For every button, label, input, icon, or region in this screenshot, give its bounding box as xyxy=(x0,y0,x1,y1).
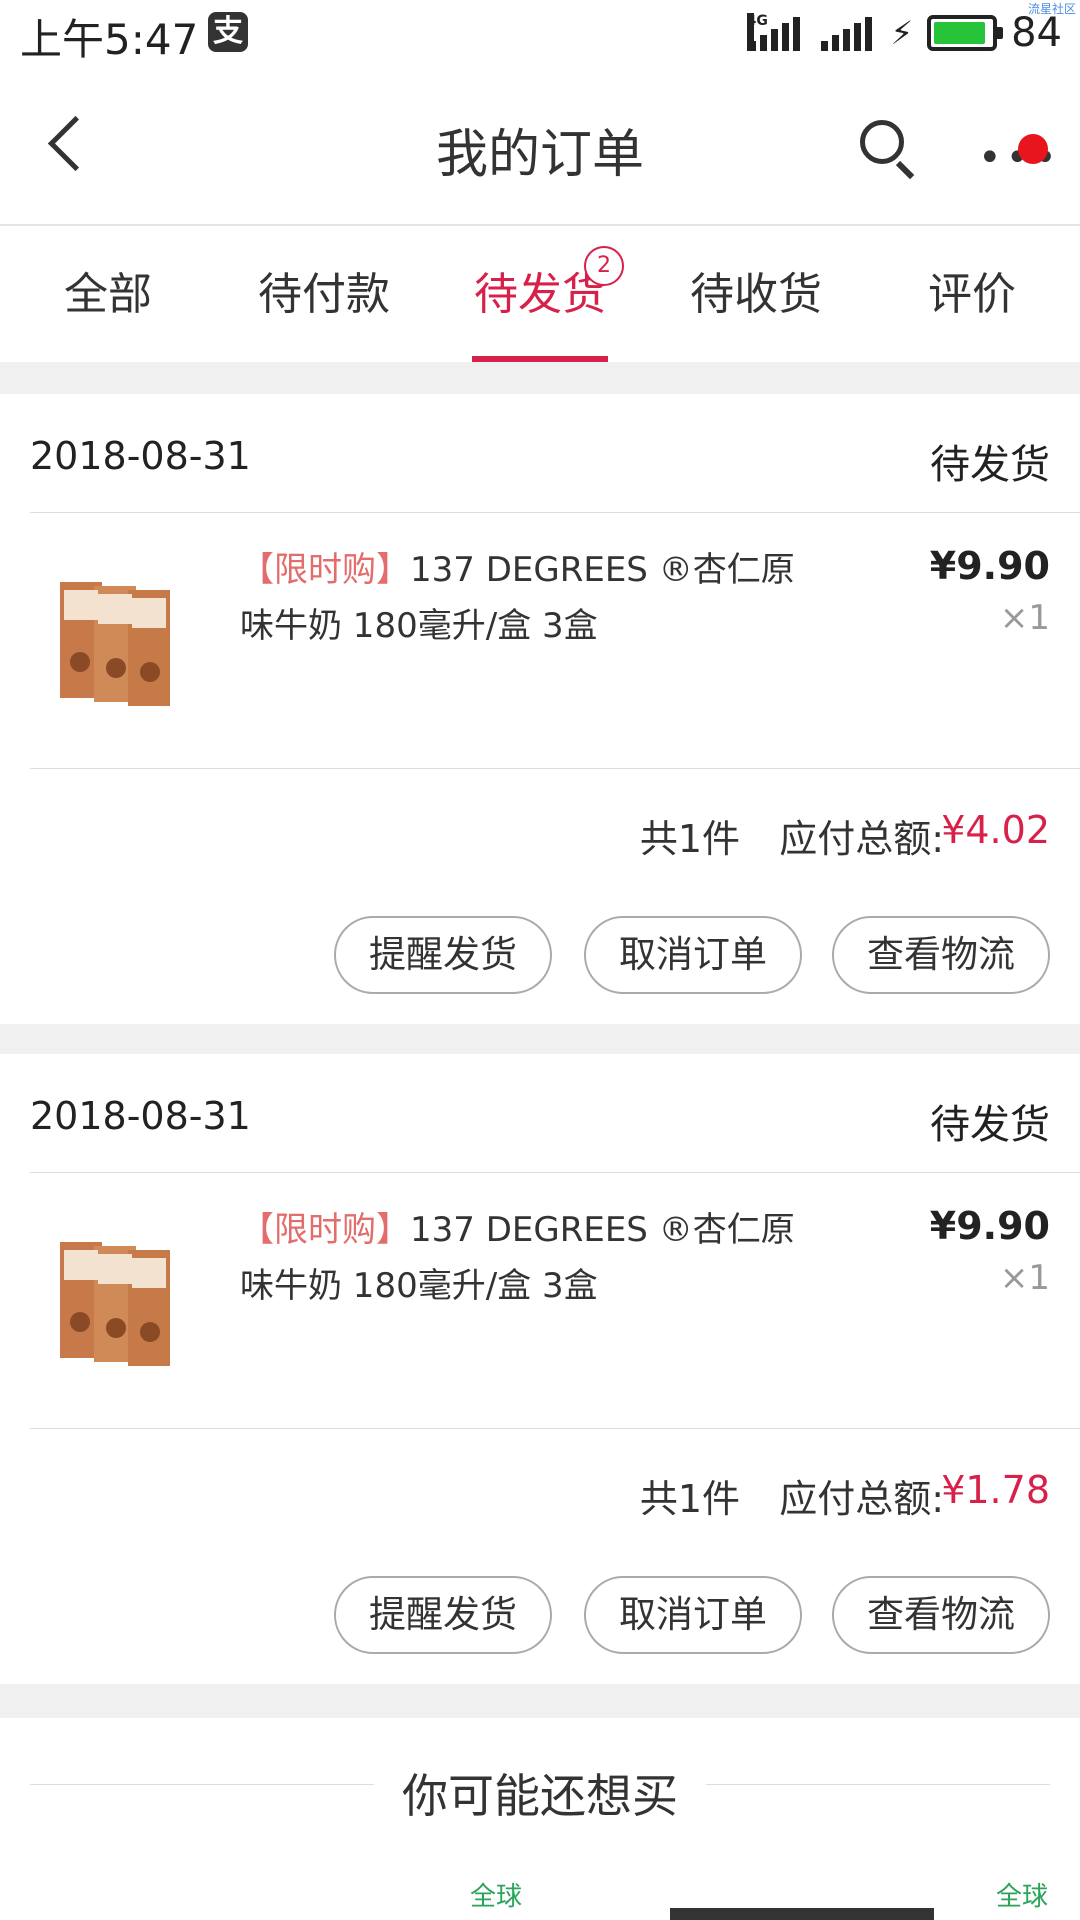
charging-icon: ⚡ xyxy=(890,14,914,52)
order-status: 待发货 xyxy=(930,442,1050,488)
order-card: 2018-08-31 待发货 【限时购】137 DEGREES ®杏仁原味牛奶 … xyxy=(0,394,1080,1024)
tab-all[interactable]: 全部 xyxy=(0,228,216,362)
header: 我的订单 ••• xyxy=(0,64,1080,226)
view-logistics-button[interactable]: 查看物流 xyxy=(832,1576,1050,1654)
product-price: ¥9.90 xyxy=(929,544,1050,588)
product-image-edge[interactable] xyxy=(670,1908,934,1920)
cancel-order-button[interactable]: 取消订单 xyxy=(584,916,802,994)
status-bar: 上午5:47 支 流星社区 4G ⚡ 84 xyxy=(0,0,1080,64)
item-count: 共1件 xyxy=(639,1477,740,1521)
product-quantity: ×1 xyxy=(999,1258,1050,1298)
tab-label: 评价 xyxy=(928,269,1016,320)
tab-pending-receipt[interactable]: 待收货 xyxy=(648,228,864,362)
total-amount: ¥1.78 xyxy=(941,1468,1050,1512)
divider xyxy=(30,1172,1080,1173)
search-icon[interactable] xyxy=(856,116,920,180)
order-date: 2018-08-31 xyxy=(30,1094,251,1138)
more-icon[interactable]: ••• xyxy=(976,126,1057,178)
order-status: 待发货 xyxy=(930,1102,1050,1148)
section-divider xyxy=(0,362,1080,394)
signal-icon xyxy=(819,13,877,53)
tab-review[interactable]: 评价 xyxy=(864,228,1080,362)
order-tabs: 全部 待付款 待发货 2 待收货 评价 xyxy=(0,228,1080,362)
status-time: 上午5:47 xyxy=(20,15,199,64)
section-divider xyxy=(0,1684,1080,1718)
notification-dot xyxy=(1018,134,1048,164)
battery-level: 84 xyxy=(1011,10,1062,56)
product-quantity: ×1 xyxy=(999,598,1050,638)
flash-sale-tag: 【限时购】 xyxy=(240,1210,410,1250)
recommendations: 你可能还想买 全球 全球 xyxy=(0,1718,1080,1920)
product-price: ¥9.90 xyxy=(929,1204,1050,1248)
divider xyxy=(30,768,1080,769)
recommend-title: 你可能还想买 xyxy=(402,1769,678,1823)
tab-label: 待付款 xyxy=(258,269,390,320)
tab-count-badge: 2 xyxy=(584,246,624,286)
screen: 上午5:47 支 流星社区 4G ⚡ 84 我的订单 ••• 全部 待付款 待发… xyxy=(0,0,1080,1920)
product-name[interactable]: 【限时购】137 DEGREES ®杏仁原味牛奶 180毫升/盒 3盒 xyxy=(240,542,800,654)
battery-icon xyxy=(927,15,1004,51)
order-card: 2018-08-31 待发货 【限时购】137 DEGREES ®杏仁原味牛奶 … xyxy=(0,1054,1080,1684)
remind-shipment-button[interactable]: 提醒发货 xyxy=(334,916,552,994)
total-label: 应付总额: xyxy=(779,817,944,861)
tab-pending-shipment[interactable]: 待发货 2 xyxy=(432,228,648,362)
tab-label: 待收货 xyxy=(690,269,822,320)
signal-icon: 4G xyxy=(746,13,805,53)
global-badge: 全球 xyxy=(996,1882,1049,1912)
total-amount: ¥4.02 xyxy=(941,808,1050,852)
tab-label: 全部 xyxy=(64,269,152,320)
product-thumbnail[interactable] xyxy=(60,574,178,706)
flash-sale-tag: 【限时购】 xyxy=(240,550,410,590)
total-label: 应付总额: xyxy=(779,1477,944,1521)
product-name[interactable]: 【限时购】137 DEGREES ®杏仁原味牛奶 180毫升/盒 3盒 xyxy=(240,1202,800,1314)
cancel-order-button[interactable]: 取消订单 xyxy=(584,1576,802,1654)
global-badge: 全球 xyxy=(470,1882,523,1912)
divider xyxy=(30,512,1080,513)
status-icons: 4G ⚡ 84 xyxy=(746,8,1062,58)
order-date: 2018-08-31 xyxy=(30,434,251,478)
item-count: 共1件 xyxy=(639,817,740,861)
product-thumbnail[interactable] xyxy=(60,1234,178,1366)
divider xyxy=(30,1428,1080,1429)
tab-pending-payment[interactable]: 待付款 xyxy=(216,228,432,362)
view-logistics-button[interactable]: 查看物流 xyxy=(832,916,1050,994)
section-divider xyxy=(0,1024,1080,1054)
alipay-icon: 支 xyxy=(208,12,248,52)
divider xyxy=(706,1784,1050,1785)
remind-shipment-button[interactable]: 提醒发货 xyxy=(334,1576,552,1654)
